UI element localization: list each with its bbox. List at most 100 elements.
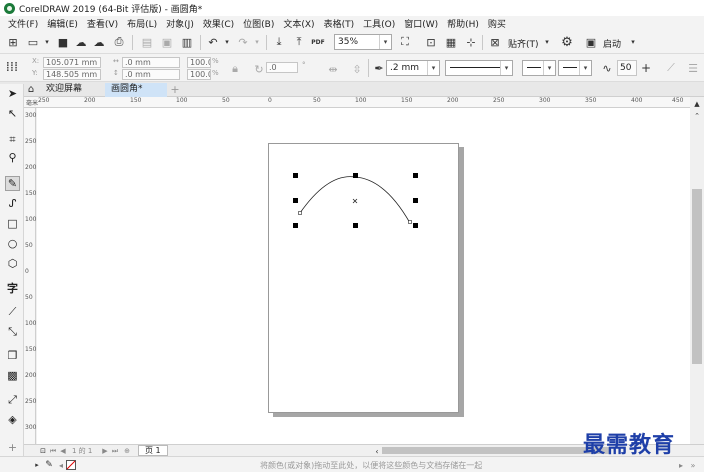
arc-curve[interactable] (299, 176, 411, 224)
cut-icon[interactable]: ▤ (140, 35, 154, 49)
menu-view[interactable]: 查看(V) (87, 17, 118, 30)
rectangle-tool-icon[interactable]: □ (5, 216, 20, 231)
center-x-icon[interactable] (352, 198, 358, 204)
connector-tool-icon[interactable]: ⤡ (5, 324, 20, 339)
polygon-tool-icon[interactable]: ⬡ (5, 256, 20, 271)
snap-to-icon[interactable]: ⊠ (488, 35, 502, 49)
selection-handle[interactable] (413, 198, 418, 203)
selection-handle[interactable] (413, 173, 418, 178)
zoom-level-select[interactable]: 35% ▾ (334, 34, 392, 50)
smoothing-field[interactable]: 50 (617, 60, 637, 76)
scroll-thumb[interactable] (692, 189, 702, 364)
save-icon[interactable]: ■ (56, 35, 70, 49)
outline-pen-icon[interactable]: ✒ (372, 61, 386, 75)
menu-object[interactable]: 对象(J) (166, 17, 194, 30)
more-options-icon[interactable]: ☰ (686, 61, 700, 75)
redo-icon[interactable]: ↷ (236, 35, 250, 49)
vertical-ruler[interactable]: 300 250 200 150 100 50 0 50 100 150 200 … (24, 108, 36, 444)
menu-tools[interactable]: 工具(O) (363, 17, 395, 30)
curve-node[interactable] (408, 220, 412, 224)
menu-table[interactable]: 表格(T) (324, 17, 355, 30)
selection-handle[interactable] (293, 198, 298, 203)
new-tab-plus-icon[interactable]: + (168, 82, 182, 96)
drop-shadow-tool-icon[interactable]: ❐ (5, 348, 20, 363)
show-rulers-icon[interactable]: ⊡ (424, 35, 438, 49)
snap-to-menu[interactable]: 贴齐(T) (508, 37, 539, 50)
selection-handle[interactable] (293, 223, 298, 228)
scale-x-field[interactable]: 100.0 (187, 57, 211, 68)
object-origin-icon[interactable]: ⁞⁞⁞ (5, 60, 19, 75)
shape-tool-icon[interactable]: ↖ (5, 106, 20, 121)
smoothing-plus-icon[interactable]: + (639, 61, 653, 75)
selected-curve-artwork[interactable] (268, 143, 459, 413)
width-field[interactable]: .0 mm (122, 57, 180, 68)
tab-document[interactable]: 画圆角* (105, 83, 167, 97)
start-arrowhead-select[interactable]: ▾ (522, 60, 556, 76)
line-style-select[interactable]: ▾ (445, 60, 513, 76)
interactive-fill-icon[interactable]: ◈ (5, 412, 20, 427)
crop-tool-icon[interactable]: ⌗ (5, 132, 20, 147)
mirror-horizontal-icon[interactable]: ⇹ (326, 62, 340, 76)
selection-handle[interactable] (353, 223, 358, 228)
show-grid-icon[interactable]: ▦ (444, 35, 458, 49)
new-document-icon[interactable]: ⊞ (6, 35, 20, 49)
height-field[interactable]: .0 mm (122, 69, 180, 80)
horizontal-scroll-thumb[interactable] (382, 447, 610, 454)
copy-icon[interactable]: ▣ (160, 35, 174, 49)
publish-pdf-icon[interactable]: PDF (311, 35, 325, 49)
launch-dropdown-icon[interactable]: ▾ (626, 35, 640, 49)
palette-expand-icon[interactable]: » (686, 458, 700, 472)
selection-handle[interactable] (293, 173, 298, 178)
eyedropper-tool-icon[interactable]: ⤢ (5, 392, 20, 407)
menu-file[interactable]: 文件(F) (8, 17, 38, 30)
add-tool-plus-icon[interactable]: + (5, 440, 20, 455)
pick-tool-icon[interactable]: ➤ (5, 86, 20, 101)
ellipse-tool-icon[interactable]: ○ (5, 236, 20, 251)
lock-ratio-icon[interactable]: 🔒︎ (228, 62, 242, 76)
mirror-vertical-icon[interactable]: ⇳ (350, 62, 364, 76)
menu-edit[interactable]: 编辑(E) (47, 17, 78, 30)
outline-width-select[interactable]: .2 mm ▾ (386, 60, 440, 76)
artistic-media-icon[interactable]: ᔑ (5, 196, 20, 211)
close-curve-icon[interactable]: ⟋ (664, 61, 678, 75)
import-icon[interactable]: ⤓ (272, 35, 286, 49)
launch-menu[interactable]: 启动 (603, 37, 621, 50)
undo-dropdown-icon[interactable]: ▾ (220, 35, 234, 49)
menu-layout[interactable]: 布局(L) (127, 17, 157, 30)
end-arrowhead-select[interactable]: ▾ (558, 60, 592, 76)
cloud-upload-icon[interactable]: ☁ (74, 35, 88, 49)
snap-dropdown-icon[interactable]: ▾ (540, 35, 554, 49)
vertical-scrollbar[interactable]: ▲ ⌃ (690, 97, 704, 444)
menu-buy[interactable]: 购买 (488, 17, 506, 30)
redo-dropdown-icon[interactable]: ▾ (250, 35, 264, 49)
application-launcher-icon[interactable]: ▣ (584, 35, 598, 49)
selection-handle[interactable] (353, 173, 358, 178)
menu-text[interactable]: 文本(X) (283, 17, 314, 30)
scale-y-field[interactable]: 100.0 (187, 69, 211, 80)
rotation-field[interactable]: .0 (266, 62, 298, 73)
show-guidelines-icon[interactable]: ⊹ (464, 35, 478, 49)
export-icon[interactable]: ⤒ (292, 35, 306, 49)
home-icon[interactable]: ⌂ (24, 82, 38, 96)
cloud-download-icon[interactable]: ☁ (92, 35, 106, 49)
scroll-up-icon[interactable]: ⌃ (690, 109, 704, 123)
dimension-tool-icon[interactable]: ⟋ (5, 304, 20, 319)
menu-help[interactable]: 帮助(H) (447, 17, 479, 30)
y-position-field[interactable]: 148.505 mm (43, 69, 101, 80)
selection-handle[interactable] (413, 223, 418, 228)
paste-icon[interactable]: ▥ (180, 35, 194, 49)
transparency-tool-icon[interactable]: ▩ (5, 368, 20, 383)
options-gear-icon[interactable]: ⚙ (560, 35, 574, 50)
open-folder-icon[interactable]: ▭ (26, 35, 40, 49)
menu-effects[interactable]: 效果(C) (203, 17, 234, 30)
undo-icon[interactable]: ↶ (206, 35, 220, 49)
freehand-tool-icon[interactable]: ✎ (5, 176, 20, 191)
x-position-field[interactable]: 105.071 mm (43, 57, 101, 68)
menu-bitmaps[interactable]: 位图(B) (243, 17, 274, 30)
page-tab[interactable]: 页 1 (138, 445, 168, 456)
tab-welcome-screen[interactable]: 欢迎屏幕 (40, 83, 88, 97)
no-color-swatch[interactable] (66, 460, 76, 470)
menu-window[interactable]: 窗口(W) (404, 17, 438, 30)
horizontal-ruler[interactable]: 250 200 150 100 50 0 50 100 150 200 250 … (24, 97, 690, 108)
zoom-tool-icon[interactable]: ⚲ (5, 150, 20, 165)
